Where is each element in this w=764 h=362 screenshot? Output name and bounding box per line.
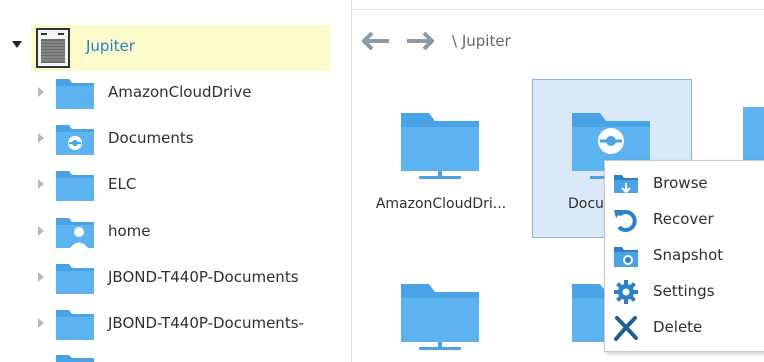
- tree-root-label: Jupiter: [86, 37, 135, 55]
- toolbar-divider: [352, 9, 764, 10]
- menu-item-recover[interactable]: Recover: [605, 201, 764, 237]
- folder-tree: Jupiter AmazonCloudDrive Documents ELC h…: [0, 0, 351, 362]
- expand-caret-icon[interactable]: [38, 226, 44, 236]
- tree-item-jbond-documents[interactable]: JBOND-T440P-Documents: [0, 256, 351, 302]
- grid-item-label: AmazonCloudDri...: [375, 196, 507, 212]
- arrow-left-icon[interactable]: [362, 32, 390, 50]
- tree-item-elc[interactable]: ELC: [0, 163, 351, 209]
- menu-item-label: Snapshot: [653, 246, 724, 264]
- tree-item-jbond-documents-2[interactable]: JBOND-T440P-Documents-: [0, 302, 351, 348]
- tree-item-label: Documents: [108, 129, 194, 147]
- folder-icon: [55, 307, 95, 341]
- pane-divider[interactable]: [351, 0, 352, 362]
- folder-icon[interactable]: [399, 278, 481, 350]
- snapshot-icon: [614, 247, 638, 267]
- folder-icon: [55, 261, 95, 295]
- folder-icon: [399, 107, 481, 179]
- menu-item-label: Browse: [653, 174, 708, 192]
- folder-icon: [55, 168, 95, 202]
- tree-item-label: home: [108, 222, 151, 240]
- sync-folder-icon: [55, 122, 95, 156]
- tree-item-home[interactable]: home: [0, 210, 351, 256]
- tree-root-jupiter[interactable]: Jupiter: [31, 25, 331, 71]
- tree-item-documents[interactable]: Documents: [0, 117, 351, 163]
- menu-item-settings[interactable]: Settings: [605, 273, 764, 309]
- browse-folder-icon: [614, 175, 638, 194]
- menu-item-label: Delete: [653, 318, 703, 336]
- arrow-right-icon[interactable]: [406, 32, 434, 50]
- expand-caret-icon[interactable]: [38, 133, 44, 143]
- tree-item-amazonclouddrive[interactable]: AmazonCloudDrive: [0, 71, 351, 117]
- expand-caret-icon[interactable]: [38, 272, 44, 282]
- folder-icon: [56, 355, 94, 362]
- tree-item-label: ELC: [108, 175, 137, 193]
- menu-item-label: Settings: [653, 282, 715, 300]
- breadcrumb[interactable]: \ Jupiter: [452, 32, 511, 50]
- delete-x-icon: [614, 316, 638, 341]
- context-menu: Browse Recover Snapshot Settings Delete: [604, 160, 764, 352]
- menu-item-delete[interactable]: Delete: [605, 309, 764, 345]
- server-icon: [36, 28, 70, 68]
- menu-item-label: Recover: [653, 210, 714, 228]
- expand-caret-icon[interactable]: [38, 318, 44, 328]
- tree-item-label: JBOND-T440P-Documents-: [108, 314, 304, 332]
- folder-icon[interactable]: [570, 278, 604, 350]
- user-folder-icon: [55, 215, 95, 248]
- recover-icon: [614, 210, 637, 232]
- folder-icon: [55, 76, 95, 110]
- menu-item-snapshot[interactable]: Snapshot: [605, 237, 764, 273]
- tree-item-label: AmazonCloudDrive: [108, 83, 252, 101]
- expand-caret-icon[interactable]: [12, 41, 22, 48]
- expand-caret-icon[interactable]: [38, 87, 44, 97]
- expand-caret-icon[interactable]: [38, 179, 44, 189]
- grid-item-amazonclouddrive[interactable]: AmazonCloudDri...: [362, 80, 520, 237]
- menu-item-browse[interactable]: Browse: [605, 165, 764, 201]
- tree-item-label: JBOND-T440P-Documents: [108, 268, 299, 286]
- gear-icon: [614, 280, 638, 304]
- folder-icon: [743, 107, 764, 164]
